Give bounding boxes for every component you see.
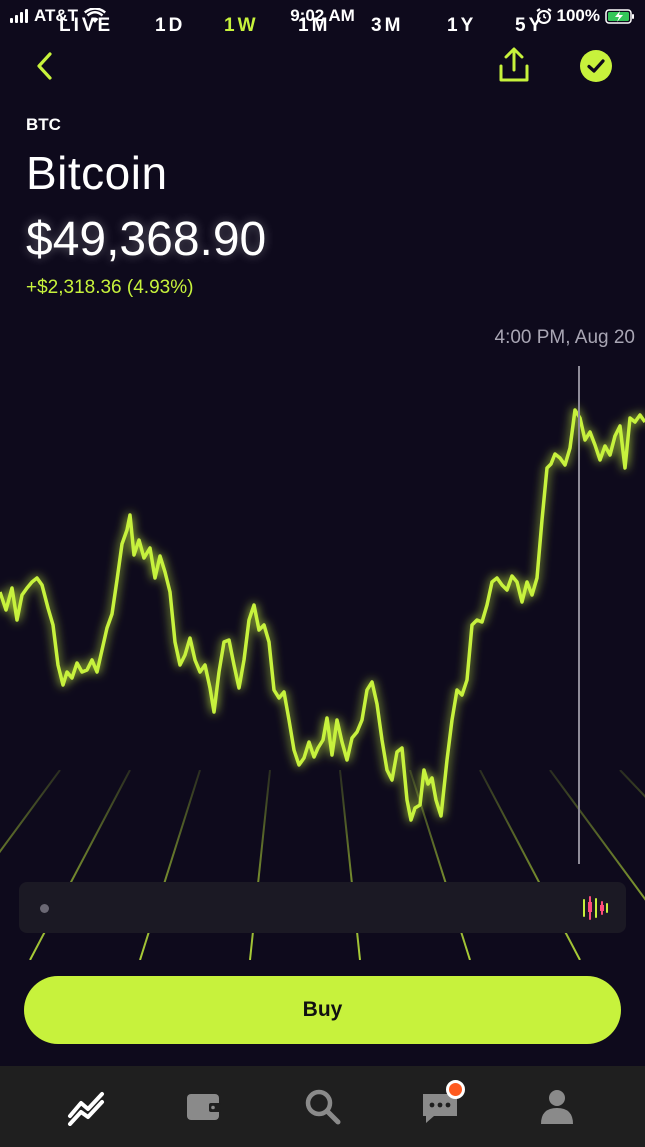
- notification-badge: [446, 1080, 465, 1099]
- search-icon[interactable]: [302, 1086, 342, 1126]
- back-button[interactable]: [30, 48, 60, 84]
- price-chart[interactable]: [0, 360, 645, 880]
- buy-button[interactable]: Buy: [24, 976, 621, 1044]
- asset-ticker: BTC: [26, 115, 61, 134]
- range-5y[interactable]: 5Y: [515, 15, 544, 37]
- account-icon[interactable]: [537, 1086, 577, 1126]
- top-nav: [0, 44, 645, 88]
- price-change: +$2,318.36 (4.93%): [26, 277, 194, 298]
- range-3m[interactable]: 3M: [371, 15, 403, 37]
- time-range-selector: [19, 882, 626, 933]
- wallet-icon[interactable]: [184, 1086, 224, 1126]
- range-live[interactable]: LIVE: [59, 15, 113, 37]
- range-1y[interactable]: 1Y: [447, 15, 476, 37]
- asset-price: $49,368.90: [26, 213, 267, 266]
- chart-hover-time: 4:00 PM, Aug 20: [494, 327, 636, 348]
- range-1m[interactable]: 1M: [298, 15, 330, 37]
- bottom-tab-bar: [0, 1066, 645, 1147]
- asset-name: Bitcoin: [26, 147, 168, 199]
- watchlist-check-button[interactable]: [580, 50, 612, 82]
- range-1w[interactable]: 1W: [224, 15, 259, 37]
- range-1d[interactable]: 1D: [155, 15, 185, 37]
- investing-icon[interactable]: [67, 1086, 107, 1126]
- battery-percent: 100%: [556, 6, 600, 25]
- live-indicator-dot: [40, 904, 49, 913]
- share-button[interactable]: [494, 46, 534, 86]
- price-line: [0, 408, 645, 822]
- chart-cursor-line: [578, 366, 580, 864]
- battery-charging-icon: [605, 8, 634, 24]
- candlestick-chart-icon[interactable]: [581, 896, 609, 920]
